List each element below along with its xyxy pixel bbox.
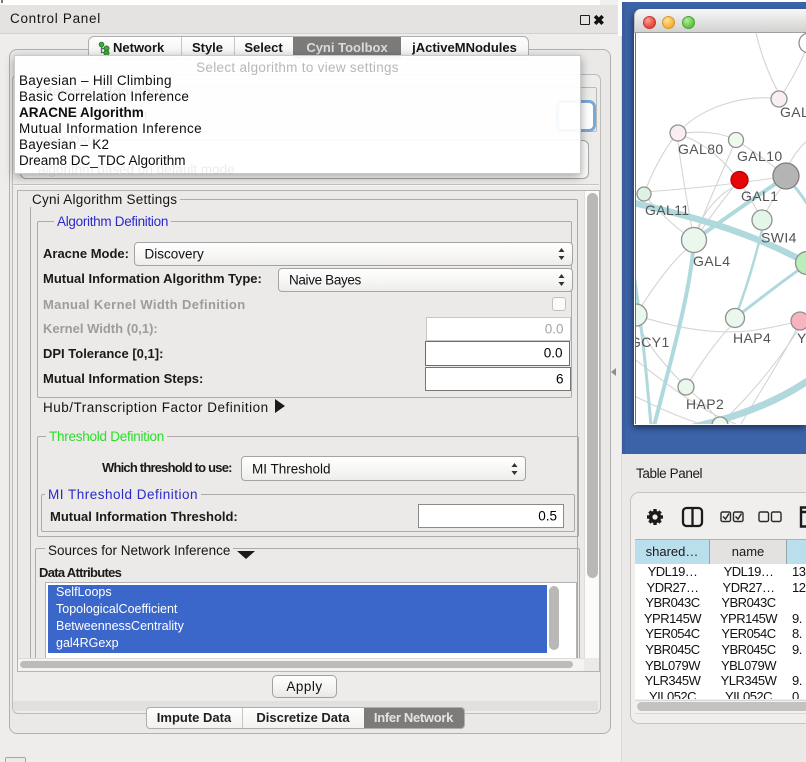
svg-text:GAL: GAL [780,104,806,120]
svg-text:GAL4: GAL4 [693,253,730,269]
svg-text:Y: Y [797,330,806,346]
svg-text:GAL10: GAL10 [737,148,783,164]
svg-text:GAL1: GAL1 [741,188,778,204]
svg-text:HAP2: HAP2 [686,396,724,412]
svg-text:GAL80: GAL80 [678,141,724,157]
svg-text:GCY1: GCY1 [636,334,670,350]
svg-text:HAP4: HAP4 [733,330,771,346]
svg-text:SWI4: SWI4 [761,230,797,246]
svg-text:GAL11: GAL11 [645,202,690,218]
